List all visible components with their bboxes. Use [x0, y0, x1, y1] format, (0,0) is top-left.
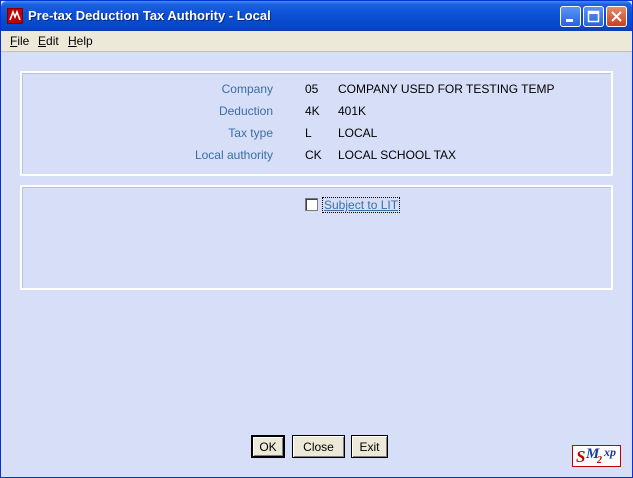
menu-file-label: ile	[17, 34, 30, 48]
title-bar[interactable]: Pre-tax Deduction Tax Authority - Local	[1, 1, 632, 31]
tax-type-desc: LOCAL	[338, 126, 378, 140]
menu-edit-label: dit	[46, 34, 59, 48]
local-authority-desc: LOCAL SCHOOL TAX	[338, 148, 457, 162]
ok-button[interactable]: OK	[251, 435, 285, 458]
menu-edit[interactable]: Edit	[38, 34, 59, 48]
subject-to-lit-checkbox[interactable]	[305, 198, 318, 211]
company-code: 05	[305, 82, 319, 96]
options-panel: Subject to LIT	[20, 185, 613, 290]
window-title: Pre-tax Deduction Tax Authority - Local	[28, 8, 271, 23]
menu-help-label: elp	[76, 34, 93, 48]
menu-file[interactable]: File	[10, 34, 29, 48]
deduction-code: 4K	[305, 104, 320, 118]
close-button[interactable]: Close	[292, 435, 345, 458]
company-desc: COMPANY USED FOR TESTING TEMP	[338, 82, 555, 96]
menu-edit-mnemonic: E	[38, 34, 47, 48]
logo-two: 2	[597, 455, 602, 466]
tax-type-code: L	[305, 126, 312, 140]
exit-button[interactable]: Exit	[351, 435, 388, 458]
app-icon[interactable]	[7, 8, 23, 24]
local-authority-label: Local authority	[194, 148, 273, 162]
menu-help[interactable]: Help	[68, 34, 93, 48]
company-label: Company	[221, 82, 273, 96]
deduction-label: Deduction	[218, 104, 273, 118]
maximize-button[interactable]	[583, 6, 604, 27]
local-authority-code: CK	[305, 148, 322, 162]
main-window: Pre-tax Deduction Tax Authority - Local …	[0, 0, 633, 478]
logo-xp: xp	[604, 445, 616, 459]
close-window-button[interactable]	[606, 6, 627, 27]
smxp-logo: S M 2 xp	[572, 445, 621, 467]
menu-help-mnemonic: H	[68, 34, 77, 48]
logo-s: S	[576, 447, 586, 466]
tax-type-label: Tax type	[228, 126, 273, 140]
subject-to-lit-label[interactable]: Subject to LIT	[322, 197, 401, 213]
info-panel: Company 05 COMPANY USED FOR TESTING TEMP…	[20, 71, 613, 176]
deduction-desc: 401K	[338, 104, 367, 118]
minimize-button[interactable]	[560, 6, 581, 27]
menu-bar: File Edit Help	[1, 31, 632, 52]
